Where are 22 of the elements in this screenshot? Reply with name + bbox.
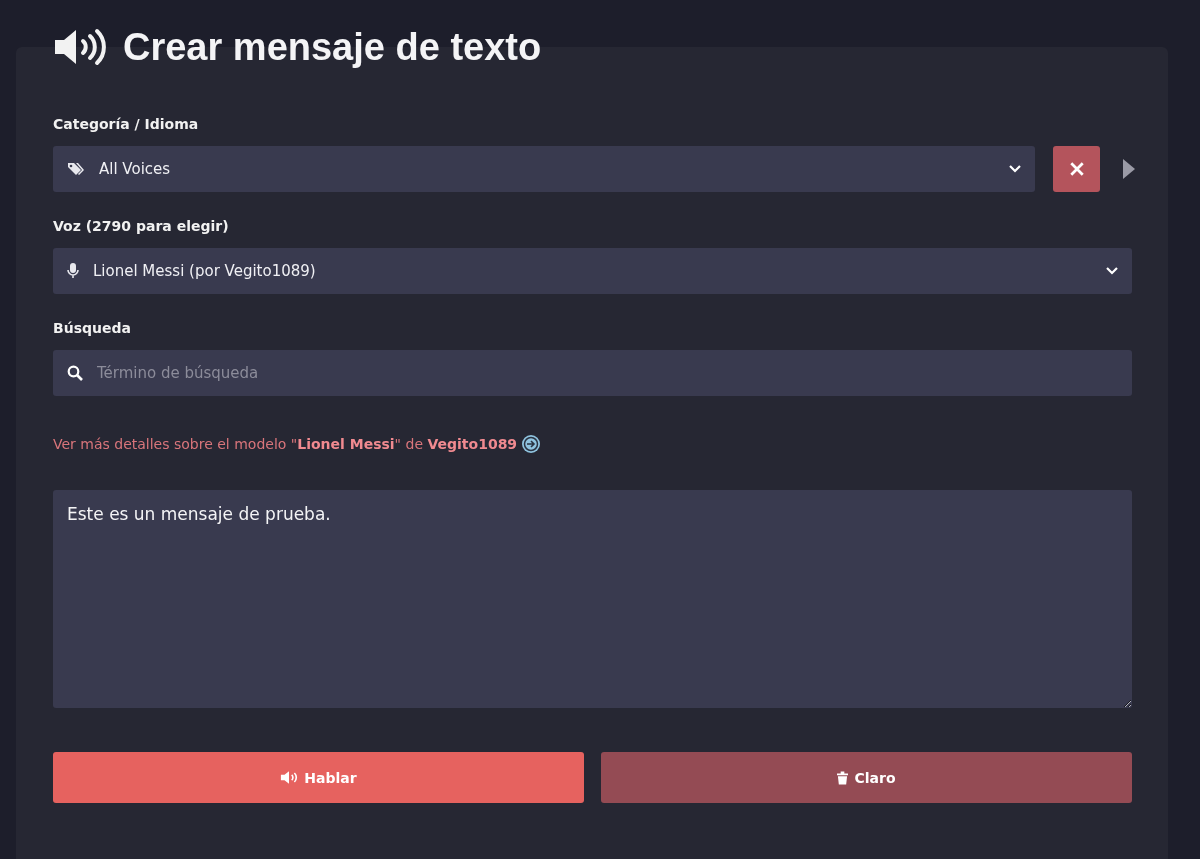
clear-button[interactable]: Claro <box>601 752 1132 803</box>
chevron-down-icon <box>1009 165 1021 173</box>
trash-icon <box>837 770 849 785</box>
arrow-circle-icon <box>521 434 542 454</box>
search-icon <box>67 365 83 381</box>
category-select[interactable]: All Voices <box>53 146 1035 192</box>
field-label: Categoría / Idioma <box>53 116 200 132</box>
close-button[interactable] <box>1053 146 1100 192</box>
speaker-icon <box>53 27 109 67</box>
field-label: Voz (2790 para elegir) <box>53 218 230 234</box>
chevron-down-icon <box>1106 267 1118 275</box>
tags-icon <box>67 162 85 176</box>
search-field[interactable]: Término de búsqueda <box>53 350 1132 396</box>
microphone-icon <box>67 263 79 279</box>
page-title: Crear mensaje de texto <box>123 25 542 69</box>
model-details-link[interactable]: Ver más detalles sobre el modelo "Lionel Messi" de Vegito1089 <box>53 436 518 452</box>
play-icon[interactable] <box>1122 158 1136 180</box>
close-icon <box>1068 161 1085 177</box>
field-label: Búsqueda <box>53 320 132 336</box>
voice-select[interactable]: Lionel Messi (por Vegito1089) <box>53 248 1132 294</box>
message-textarea[interactable]: Este es un mensaje de prueba. <box>53 490 1132 708</box>
speaker-icon <box>280 771 299 784</box>
